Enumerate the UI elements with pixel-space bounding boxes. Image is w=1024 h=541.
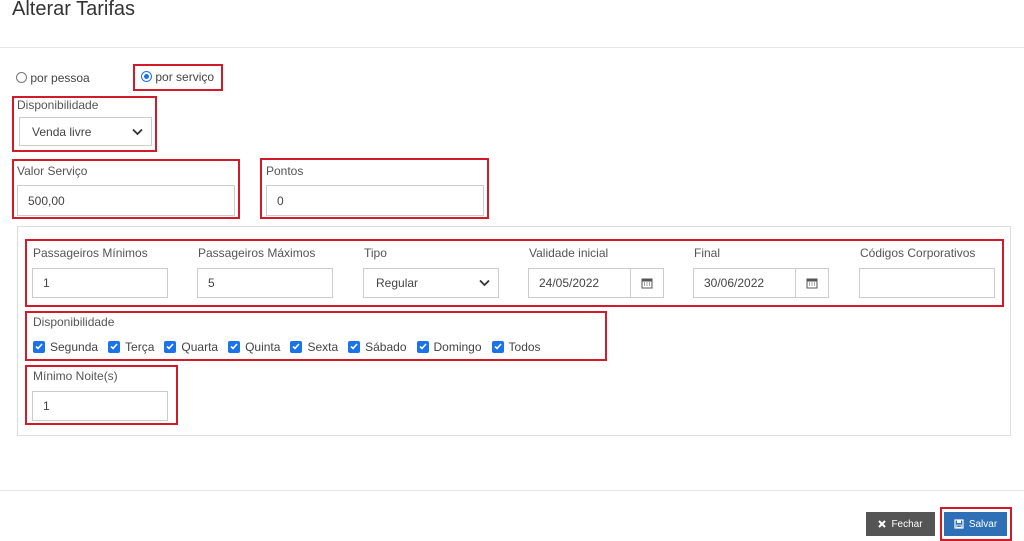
select-value: Venda livre (32, 124, 92, 139)
footer-divider (0, 490, 1024, 491)
input-value: 24/05/2022 (539, 276, 600, 290)
checkbox-label: Domingo (433, 339, 482, 354)
dias-label: Disponibilidade (33, 315, 115, 329)
checkbox-todos[interactable]: Todos (491, 339, 541, 354)
checkbox-checked-icon (348, 340, 361, 353)
calendar-icon[interactable] (795, 269, 828, 297)
checkbox-segunda[interactable]: Segunda (33, 340, 98, 354)
checkbox-terca[interactable]: Terça (108, 340, 154, 354)
final-input[interactable]: 30/06/2022 (693, 268, 829, 298)
checkbox-checked-icon (108, 340, 121, 353)
input-value: 1 (43, 276, 50, 290)
checkbox-checked-icon (416, 340, 429, 353)
dias-checkbox-group: Segunda Terça Quarta Quinta Sexta Sábado Domin… (33, 337, 551, 355)
checkbox-checked-icon (33, 340, 45, 353)
input-value: 5 (208, 276, 215, 290)
disponibilidade-label: Disponibilidade (17, 98, 99, 112)
header-divider (0, 47, 1024, 48)
pontos-input[interactable]: 0 (266, 185, 484, 216)
close-icon (878, 520, 887, 528)
disponibilidade-select[interactable]: Venda livre (19, 117, 152, 146)
save-icon (954, 519, 964, 529)
checkbox-quinta[interactable]: Quinta (228, 340, 280, 354)
checkbox-checked-icon (290, 340, 303, 353)
checkbox-label: Quarta (181, 339, 219, 354)
page-title: Alterar Tarifas (12, 0, 136, 20)
pax-min-input[interactable]: 1 (32, 268, 168, 298)
input-value: 500,00 (28, 193, 65, 208)
fechar-button[interactable]: Fechar (866, 512, 935, 536)
minimo-noites-label: Mínimo Noite(s) (33, 369, 118, 383)
radio-label: por serviço (155, 70, 215, 84)
checkbox-quarta[interactable]: Quarta (164, 340, 218, 354)
pax-min-label: Passageiros Mínimos (33, 246, 148, 260)
radio-label: por pessoa (30, 71, 90, 85)
pax-max-label: Passageiros Máximos (198, 246, 316, 260)
checkbox-label: Todos (508, 339, 541, 354)
checkbox-sexta[interactable]: Sexta (290, 340, 338, 354)
valor-servico-input[interactable]: 500,00 (17, 185, 235, 216)
pontos-label: Pontos (266, 164, 304, 178)
radio-por-pessoa[interactable]: por pessoa (16, 71, 90, 85)
validade-inicial-label: Validade inicial (529, 246, 609, 260)
calendar-icon[interactable] (630, 269, 663, 297)
checkbox-label: Sábado (365, 339, 407, 354)
chevron-down-icon (479, 279, 490, 287)
checkbox-domingo[interactable]: Domingo (416, 339, 482, 354)
checkbox-label: Sexta (307, 339, 339, 354)
salvar-button[interactable]: Salvar (944, 512, 1007, 536)
button-label: Salvar (968, 518, 998, 530)
checkbox-checked-icon (164, 340, 177, 353)
checkbox-checked-icon (228, 340, 241, 353)
codigos-label: Códigos Corporativos (860, 246, 976, 260)
radio-por-servico[interactable]: por serviço (141, 70, 214, 84)
final-label: Final (694, 246, 721, 260)
validade-inicial-input[interactable]: 24/05/2022 (528, 268, 664, 298)
input-value: 30/06/2022 (704, 276, 765, 290)
input-value: 1 (43, 399, 50, 413)
codigos-input[interactable] (859, 268, 995, 298)
pax-max-input[interactable]: 5 (197, 268, 333, 298)
checkbox-sabado[interactable]: Sábado (348, 339, 407, 354)
checkbox-checked-icon (491, 340, 504, 353)
radio-circle (16, 72, 27, 84)
highlight-box (25, 239, 1004, 307)
checkbox-label: Terça (125, 339, 155, 354)
chevron-down-icon (132, 128, 143, 135)
checkbox-label: Quinta (245, 339, 281, 354)
minimo-noites-input[interactable]: 1 (32, 391, 168, 421)
tipo-label: Tipo (364, 246, 387, 260)
input-value: 0 (277, 193, 284, 208)
tipo-select[interactable]: Regular (363, 268, 499, 298)
select-value: Regular (376, 276, 419, 290)
valor-servico-label: Valor Serviço (17, 164, 88, 178)
radio-circle-selected (141, 71, 152, 83)
checkbox-label: Segunda (50, 339, 99, 354)
button-label: Fechar (891, 518, 923, 530)
